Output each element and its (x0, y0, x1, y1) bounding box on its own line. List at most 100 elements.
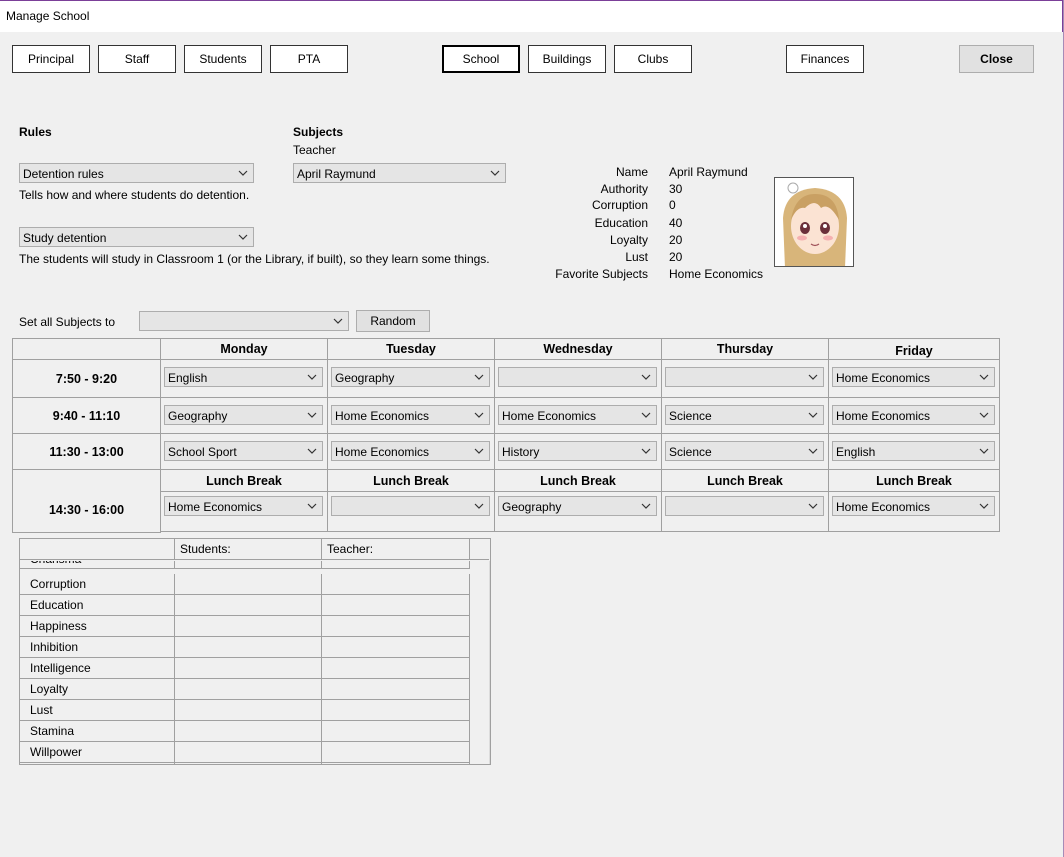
stat-teacher-value (322, 679, 470, 700)
schedule-cell: Home Economics (494, 397, 662, 434)
stat-teacher-value (322, 595, 470, 616)
subject-select[interactable]: Home Economics (832, 496, 995, 516)
subject-select[interactable]: Home Economics (331, 405, 490, 425)
chevron-down-icon (474, 448, 484, 454)
random-button[interactable]: Random (356, 310, 430, 332)
stats-row[interactable]: Happiness (20, 616, 470, 637)
teacher-info-value: 0 (669, 198, 676, 212)
stat-students-value (175, 595, 322, 616)
teacher-select[interactable]: April Raymund (293, 163, 506, 183)
subject-select[interactable] (665, 496, 824, 516)
window-title: Manage School (6, 9, 90, 23)
lunch-break-label: Lunch Break (160, 469, 328, 492)
stats-row[interactable]: Intelligence (20, 658, 470, 679)
subject-select[interactable]: Science (665, 441, 824, 461)
stat-students-value (175, 658, 322, 679)
chevron-down-icon (238, 234, 248, 240)
stat-name: Loyalty (20, 679, 175, 700)
stat-name: Education (20, 595, 175, 616)
chevron-down-icon (808, 448, 818, 454)
tab-school[interactable]: School (442, 45, 520, 73)
study-detention-select[interactable]: Study detention (19, 227, 254, 247)
subject-value: Home Economics (836, 500, 931, 514)
subject-select[interactable]: English (164, 367, 323, 387)
subject-select[interactable]: Geography (331, 367, 490, 387)
stats-column-header (20, 539, 175, 560)
subject-select[interactable] (331, 496, 490, 516)
subject-value: Home Economics (168, 500, 263, 514)
tab-principal[interactable]: Principal (12, 45, 90, 73)
stat-name: Corruption (20, 574, 175, 595)
stats-row[interactable]: Corruption (20, 574, 470, 595)
schedule-cell: History (494, 433, 662, 470)
tab-pta[interactable]: PTA (270, 45, 348, 73)
day-header: Thursday (661, 338, 829, 360)
detention-rules-select[interactable]: Detention rules (19, 163, 254, 183)
close-button[interactable]: Close (959, 45, 1034, 73)
grid-corner (12, 338, 161, 360)
set-all-select[interactable] (139, 311, 349, 331)
time-slot-label: 14:30 - 16:00 (12, 469, 161, 533)
subject-select[interactable]: Geography (164, 405, 323, 425)
schedule-cell (661, 359, 829, 398)
stats-row[interactable]: Stamina (20, 721, 470, 742)
subject-select[interactable] (665, 367, 824, 387)
subject-value: Home Economics (502, 409, 597, 423)
lunch-break-label: Lunch Break (661, 469, 829, 492)
subject-select[interactable] (498, 367, 657, 387)
subject-value: History (502, 445, 540, 459)
subject-select[interactable]: Home Economics (832, 367, 995, 387)
teacher-info-label: Loyalty (609, 233, 648, 247)
stat-students-value (175, 637, 322, 658)
stat-students-value (175, 574, 322, 595)
stat-teacher-value (322, 574, 470, 595)
subject-select[interactable]: English (832, 441, 995, 461)
chevron-down-icon (808, 503, 818, 509)
subject-select[interactable]: Geography (498, 496, 657, 516)
schedule-cell: Science (661, 433, 829, 470)
teacher-info-value: 20 (669, 250, 683, 264)
chevron-down-icon (474, 374, 484, 380)
tab-students[interactable]: Students (184, 45, 262, 73)
chevron-down-icon (979, 374, 989, 380)
stats-row[interactable]: Loyalty (20, 679, 470, 700)
subjects-heading: Subjects (293, 125, 344, 139)
time-slot-label: 7:50 - 9:20 (12, 359, 161, 398)
chevron-down-icon (490, 170, 500, 176)
stat-teacher-value (322, 561, 470, 568)
tab-staff[interactable]: Staff (98, 45, 176, 73)
tab-buildings[interactable]: Buildings (528, 45, 606, 73)
teacher-label: Teacher (293, 143, 336, 157)
subject-select[interactable]: Home Economics (331, 441, 490, 461)
time-slot-label: 9:40 - 11:10 (12, 397, 161, 434)
subject-select[interactable]: Home Economics (164, 496, 323, 516)
schedule-cell: Geography (494, 491, 662, 532)
subject-select[interactable]: Home Economics (832, 405, 995, 425)
tab-clubs[interactable]: Clubs (614, 45, 692, 73)
teacher-info-label: Favorite Subjects (555, 267, 648, 281)
stats-row[interactable]: Charisma (20, 561, 470, 569)
subject-value: Home Economics (335, 445, 430, 459)
title-bar: Manage School (0, 0, 1063, 32)
set-all-label: Set all Subjects to (19, 315, 116, 329)
stats-scrollbar[interactable] (489, 561, 490, 764)
stats-cell (20, 759, 175, 764)
subject-select[interactable]: School Sport (164, 441, 323, 461)
stat-teacher-value (322, 637, 470, 658)
chevron-down-icon (641, 503, 651, 509)
stats-row[interactable]: Education (20, 595, 470, 616)
subject-select[interactable]: Home Economics (498, 405, 657, 425)
subject-select[interactable]: History (498, 441, 657, 461)
teacher-info-label: Authority (600, 182, 648, 196)
stats-row[interactable]: Lust (20, 700, 470, 721)
subject-select[interactable]: Science (665, 405, 824, 425)
chevron-down-icon (808, 412, 818, 418)
chevron-down-icon (979, 503, 989, 509)
stats-row[interactable]: Inhibition (20, 637, 470, 658)
time-slot-label: 11:30 - 13:00 (12, 433, 161, 470)
subject-value: Science (669, 445, 712, 459)
chevron-down-icon (307, 374, 317, 380)
stat-name: Stamina (20, 721, 175, 742)
tab-finances[interactable]: Finances (786, 45, 864, 73)
subject-value: English (836, 445, 876, 459)
